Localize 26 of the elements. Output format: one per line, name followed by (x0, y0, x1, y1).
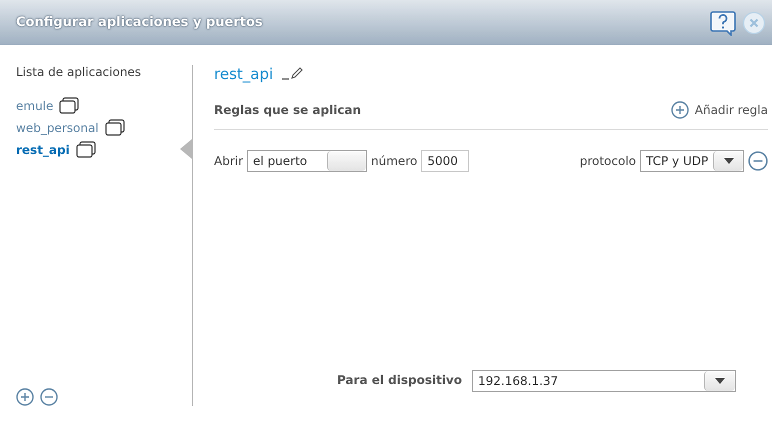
edit-icon[interactable] (281, 67, 304, 81)
caret-icon (715, 378, 725, 384)
application-item[interactable]: web_personal (16, 119, 125, 136)
open-label: Abrir (214, 154, 244, 168)
port-number-field[interactable]: 5000 (421, 150, 470, 172)
device-dropdown[interactable]: 192.168.1.37 (472, 370, 736, 392)
protocol-dropdown[interactable]: TCP y UDP (640, 150, 744, 172)
application-name: rest_api (214, 65, 274, 83)
add-icon (670, 101, 689, 119)
application-item[interactable]: rest_api (16, 141, 96, 158)
rules-heading: Reglas que se aplican (214, 103, 362, 117)
caret-icon (724, 158, 734, 164)
window-stack-icon (59, 97, 80, 114)
target-dropdown[interactable]: el puerto (247, 150, 368, 172)
window-title: Configurar aplicaciones y puertos (16, 15, 264, 30)
sidebar-heading: Lista de aplicaciones (16, 65, 142, 79)
number-label: número (371, 154, 418, 168)
add-rule-button[interactable]: Añadir regla (670, 101, 768, 119)
remove-icon[interactable] (40, 388, 58, 406)
device-label: Para el dispositivo (336, 372, 462, 387)
add-icon[interactable] (16, 388, 34, 406)
application-item[interactable]: emule (16, 97, 80, 114)
help-icon[interactable] (710, 10, 736, 36)
window-stack-icon (104, 119, 125, 136)
window-stack-icon (76, 141, 96, 158)
protocol-label: protocolo (580, 154, 636, 168)
